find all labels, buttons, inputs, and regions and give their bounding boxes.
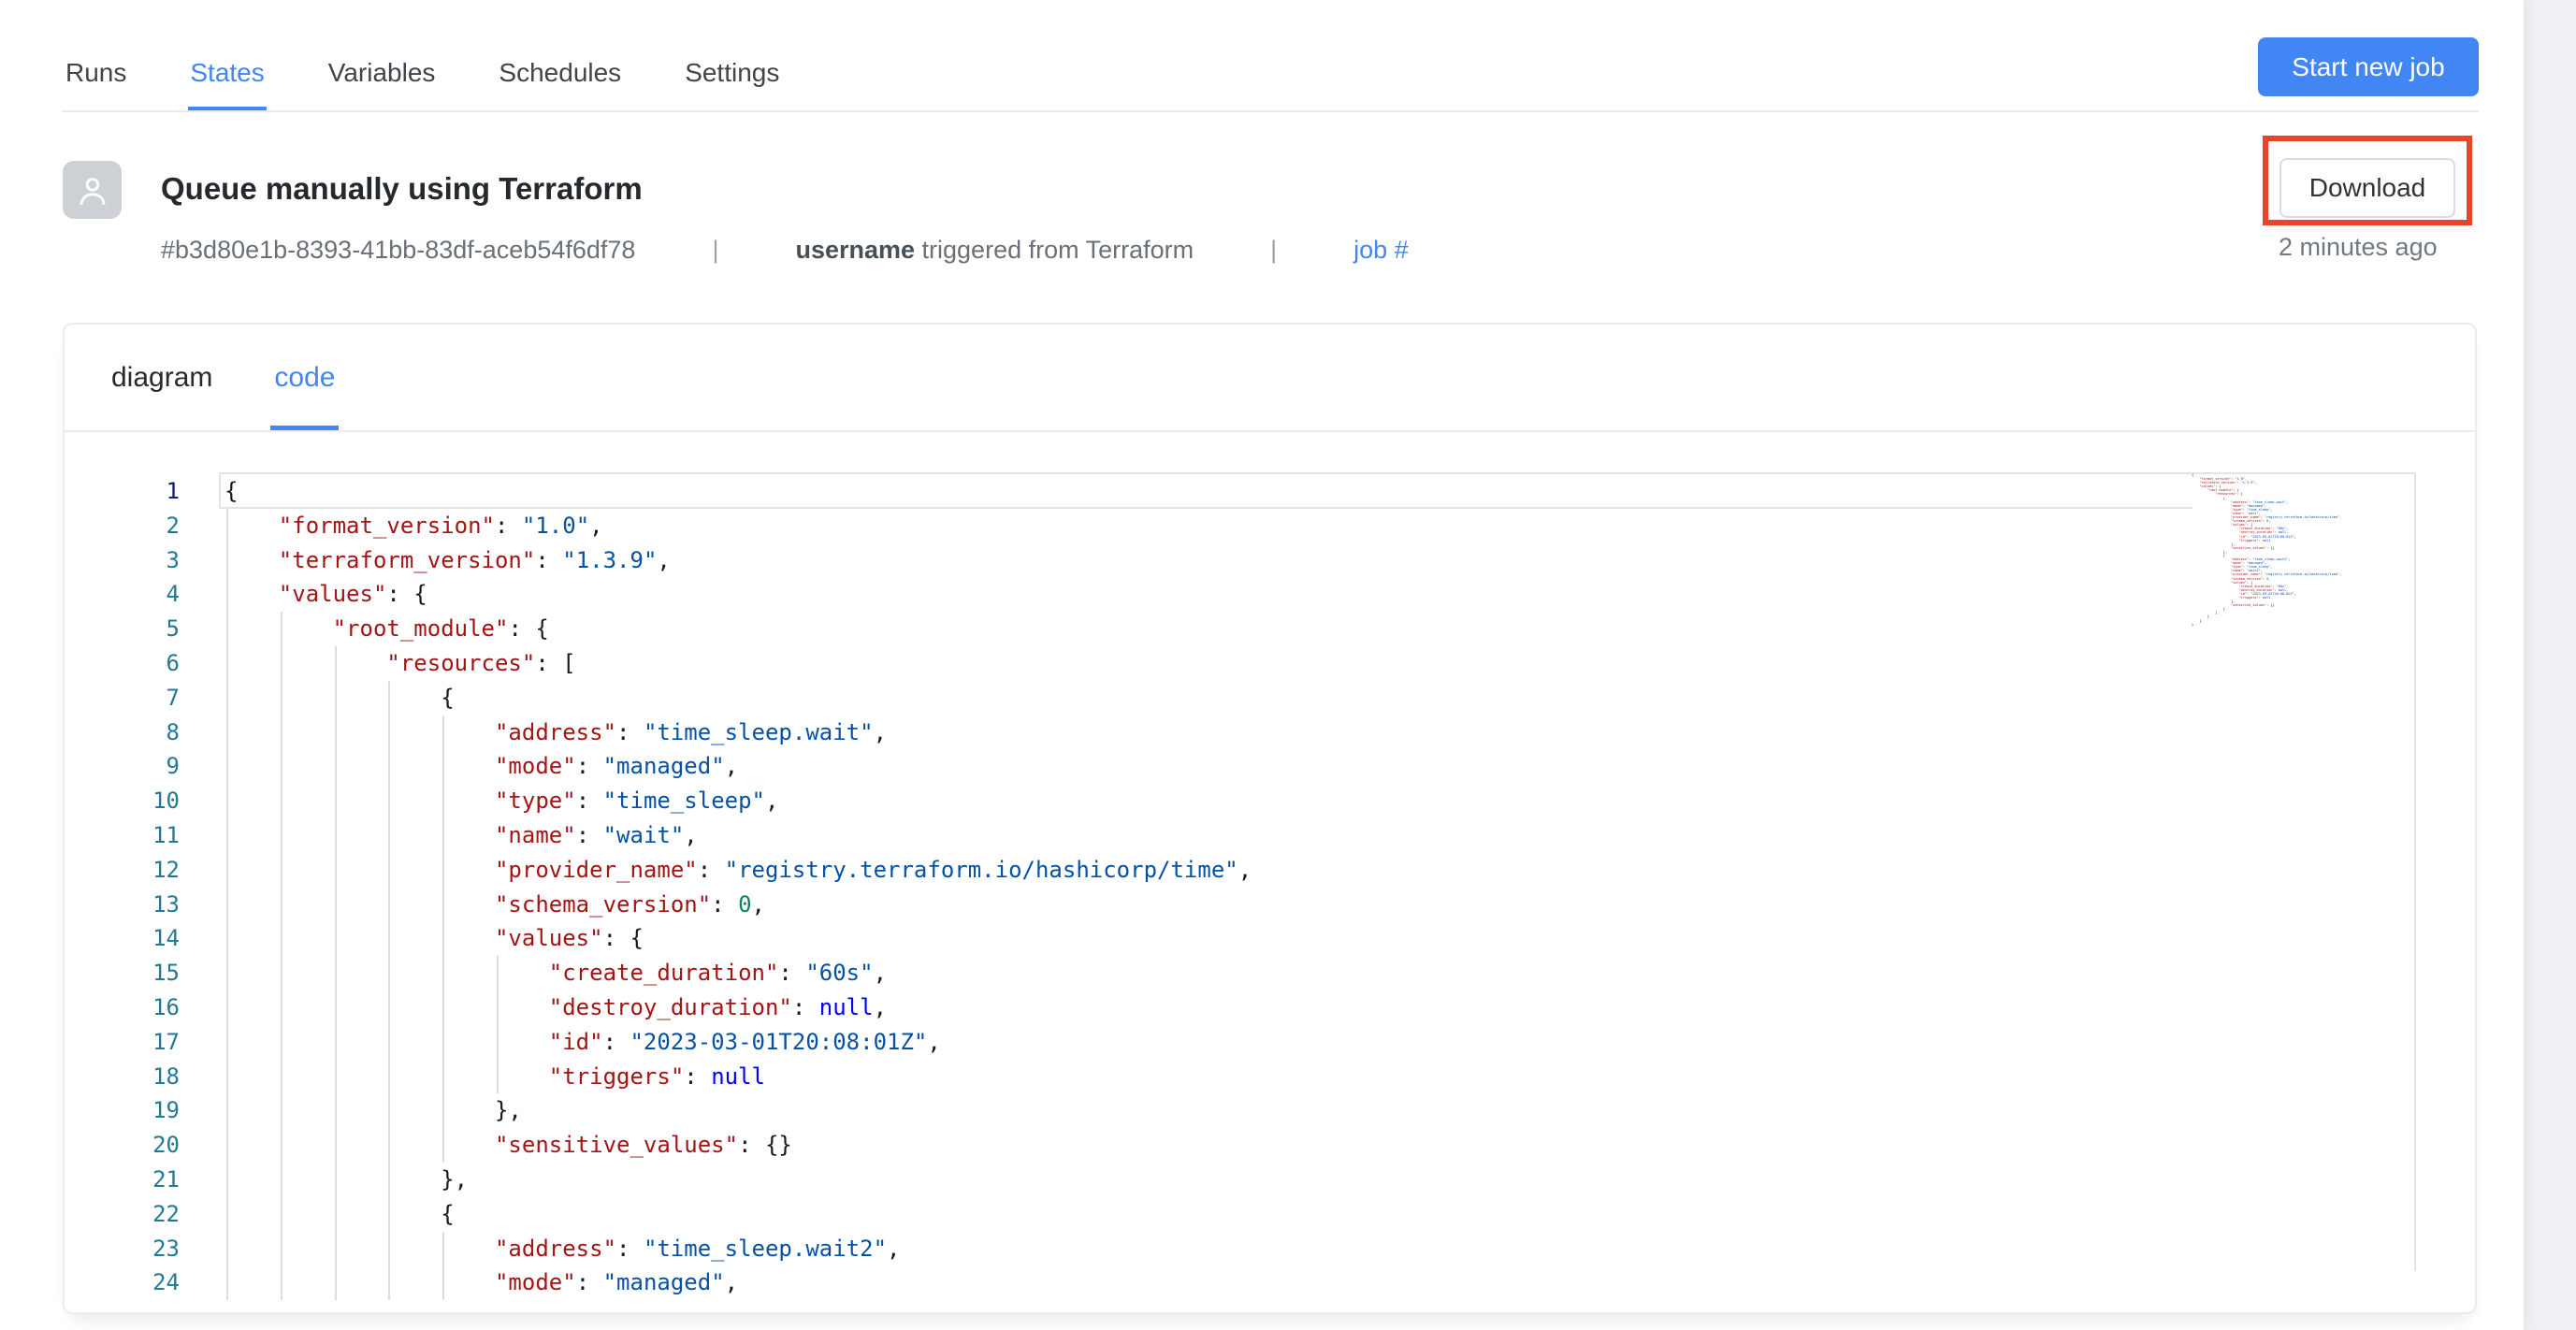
top-nav: Runs States Variables Schedules Settings	[64, 49, 781, 111]
minimap-line: }	[2192, 623, 2341, 627]
meta-separator: |	[1270, 236, 1277, 265]
nav-tab-schedules[interactable]: Schedules	[497, 49, 623, 111]
line-number: 24	[65, 1265, 180, 1300]
current-line-highlight	[219, 472, 221, 509]
code-line: "values": {	[224, 921, 1252, 956]
card-tabbar-divider	[65, 430, 2475, 432]
download-button[interactable]: Download	[2279, 158, 2455, 218]
code-line: "id": "2023-03-01T20:08:01Z",	[224, 1025, 1252, 1060]
code-line: "create_duration": "60s",	[224, 956, 1252, 990]
code-line: "type": "time_sleep",	[224, 784, 1252, 818]
code-line: "mode": "managed",	[224, 1265, 1252, 1300]
state-card-tabs: diagram code	[111, 325, 335, 430]
line-number: 13	[65, 888, 180, 922]
line-number: 16	[65, 990, 180, 1025]
start-new-job-button[interactable]: Start new job	[2258, 37, 2479, 96]
code-line: {	[224, 681, 1252, 716]
line-number: 8	[65, 716, 180, 750]
code-line: "address": "time_sleep.wait",	[224, 716, 1252, 750]
main-panel: Runs States Variables Schedules Settings…	[0, 0, 2524, 1330]
line-number: 19	[65, 1093, 180, 1128]
nav-tab-variables[interactable]: Variables	[326, 49, 438, 111]
code-line: },	[224, 1163, 1252, 1197]
code-line: "name": "wait",	[224, 818, 1252, 853]
code-line: "root_module": {	[224, 612, 1252, 646]
code-editor[interactable]: { "format_version": "1.0", "terraform_ve…	[224, 474, 1252, 1300]
code-line: "triggers": null	[224, 1060, 1252, 1094]
nav-tab-settings[interactable]: Settings	[683, 49, 781, 111]
state-card: diagram code 123456789101112131415161718…	[63, 323, 2477, 1314]
code-line: "values": {	[224, 577, 1252, 612]
page-title: Queue manually using Terraform	[161, 171, 643, 207]
avatar	[63, 161, 122, 219]
line-number: 4	[65, 577, 180, 612]
trigger-username: username	[795, 236, 915, 264]
meta-separator: |	[712, 236, 718, 265]
line-number: 23	[65, 1232, 180, 1266]
nav-divider	[63, 110, 2479, 112]
code-line: {	[224, 474, 1252, 509]
code-line: },	[224, 1093, 1252, 1128]
page: Runs States Variables Schedules Settings…	[0, 0, 2576, 1330]
tab-diagram[interactable]: diagram	[111, 325, 212, 430]
trigger-info: username triggered from Terraform	[795, 236, 1194, 265]
tab-code[interactable]: code	[274, 325, 335, 430]
line-number: 6	[65, 646, 180, 681]
nav-tab-states[interactable]: States	[188, 49, 266, 111]
code-line: "address": "time_sleep.wait2",	[224, 1232, 1252, 1266]
line-number: 11	[65, 818, 180, 853]
code-line: "terraform_version": "1.3.9",	[224, 543, 1252, 578]
person-icon	[74, 171, 111, 209]
editor-right-edge-line	[2414, 472, 2416, 1271]
line-number: 17	[65, 1025, 180, 1060]
line-number: 10	[65, 784, 180, 818]
run-id: #b3d80e1b-8393-41bb-83df-aceb54f6df78	[161, 236, 635, 265]
line-number: 18	[65, 1060, 180, 1094]
line-number: 20	[65, 1128, 180, 1163]
nav-tab-runs[interactable]: Runs	[64, 49, 128, 111]
line-number: 9	[65, 749, 180, 784]
editor-minimap[interactable]: { "format_version": "1.0", "terraform_ve…	[2192, 473, 2341, 627]
line-number: 3	[65, 543, 180, 578]
code-line: "sensitive_values": {}	[224, 1128, 1252, 1163]
job-number-link[interactable]: job #	[1353, 236, 1409, 265]
code-line: "schema_version": 0,	[224, 888, 1252, 922]
code-line: "mode": "managed",	[224, 749, 1252, 784]
line-number: 5	[65, 612, 180, 646]
code-line: "provider_name": "registry.terraform.io/…	[224, 853, 1252, 888]
line-number: 7	[65, 681, 180, 716]
line-number: 1	[65, 474, 180, 509]
line-number: 12	[65, 853, 180, 888]
line-number: 2	[65, 509, 180, 543]
code-line: {	[224, 1197, 1252, 1232]
trigger-text: triggered from Terraform	[915, 236, 1194, 264]
time-ago-label: 2 minutes ago	[2279, 233, 2438, 262]
line-number: 21	[65, 1163, 180, 1197]
line-number-gutter: 123456789101112131415161718192021222324	[65, 474, 180, 1300]
line-number: 14	[65, 921, 180, 956]
code-line: "format_version": "1.0",	[224, 509, 1252, 543]
code-line: "resources": [	[224, 646, 1252, 681]
line-number: 15	[65, 956, 180, 990]
line-number: 22	[65, 1197, 180, 1232]
code-line: "destroy_duration": null,	[224, 990, 1252, 1025]
run-meta-row: #b3d80e1b-8393-41bb-83df-aceb54f6df78 | …	[161, 236, 1409, 265]
